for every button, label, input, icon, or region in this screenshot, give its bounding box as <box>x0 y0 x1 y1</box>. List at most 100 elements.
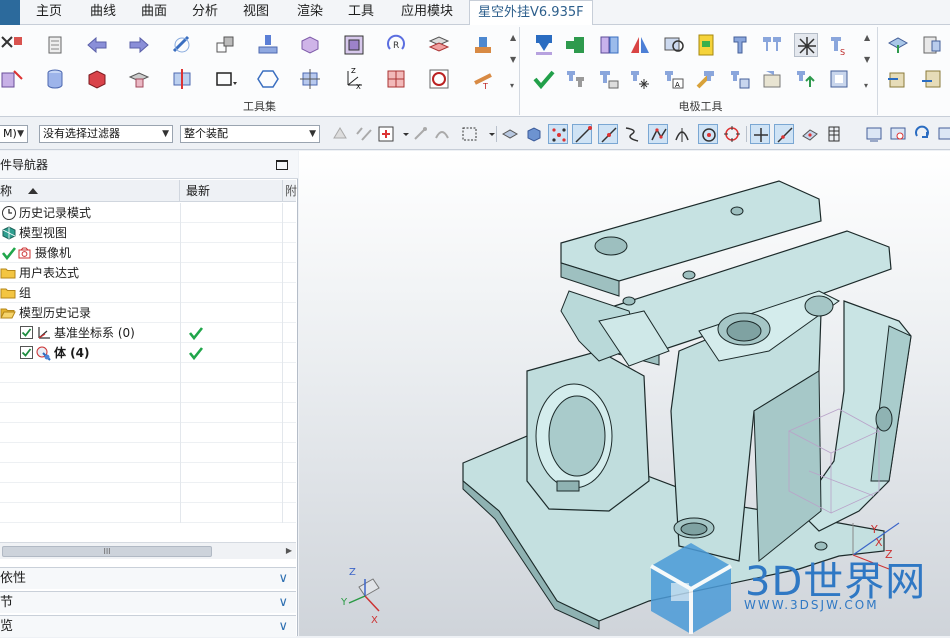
electrode-ok-icon[interactable] <box>532 67 556 91</box>
wcs-rotate-icon[interactable] <box>170 33 194 57</box>
select-pick-icon[interactable] <box>410 124 430 144</box>
electrode-mirror-icon[interactable] <box>628 33 652 57</box>
snap-endpoint-icon[interactable] <box>572 124 592 144</box>
tree-row-model-history[interactable]: 模型历史记录 <box>0 303 296 323</box>
electrode-multi-icon[interactable] <box>564 67 588 91</box>
view-pan-icon[interactable] <box>936 124 950 144</box>
electrode-snowflake-icon[interactable] <box>794 33 818 57</box>
electrode-box-icon[interactable] <box>827 67 851 91</box>
ribbon-scroll-down-icon[interactable]: ▼ <box>510 55 516 64</box>
file-tab[interactable] <box>0 0 20 25</box>
view-rotate-icon[interactable] <box>912 124 932 144</box>
rect-select-dropdown-icon[interactable] <box>482 124 495 144</box>
csys-xyz-icon[interactable]: XZ <box>342 67 366 91</box>
snap-point-on-face-icon[interactable] <box>800 124 820 144</box>
ribbon2-scroll-down-icon[interactable]: ▼ <box>864 55 870 64</box>
select-box-icon[interactable] <box>376 124 396 144</box>
stack-up-icon[interactable] <box>886 33 910 57</box>
electrode-upload-icon[interactable] <box>794 67 818 91</box>
ribbon-scroll-up-icon[interactable]: ▲ <box>510 33 516 42</box>
column-third-header[interactable]: 附 <box>282 180 297 202</box>
snap-control-point-icon[interactable] <box>648 124 668 144</box>
select-all-faded-icon[interactable] <box>330 124 350 144</box>
electrode-list-icon[interactable] <box>760 67 784 91</box>
tree-row-groups[interactable]: 组 <box>0 283 296 303</box>
move-object-icon[interactable] <box>213 33 237 57</box>
scroll-right-icon[interactable]: ▶ <box>286 546 292 555</box>
visibility-checkbox[interactable] <box>20 346 33 359</box>
dependencies-section[interactable]: 依性 ∨ <box>0 567 296 589</box>
stack-tool-icon[interactable] <box>920 33 944 57</box>
graphics-window[interactable]: X Y Z Z Y X 3D世界网 WWW.3DSJW.COM <box>299 151 950 636</box>
ribbon2-more-icon[interactable]: ▾ <box>864 81 868 90</box>
snap-bounded-grid-icon[interactable] <box>824 124 844 144</box>
column-name-header[interactable]: 称 <box>0 180 180 202</box>
export-table-icon[interactable] <box>920 67 944 91</box>
snap-curve-icon[interactable] <box>622 124 642 144</box>
menu-render[interactable]: 渲染 <box>297 0 323 25</box>
tree-row-datum-csys[interactable]: 基准坐标系 (0) <box>0 323 296 343</box>
layer-icon[interactable] <box>43 33 67 57</box>
type-filter-combo[interactable]: 没有选择过滤器 ▼ <box>39 125 173 143</box>
rectangle-icon[interactable] <box>213 67 237 91</box>
electrode-sg-icon[interactable]: S <box>827 33 851 57</box>
tree-row-user-expressions[interactable]: 用户表达式 <box>0 263 296 283</box>
column-latest-header[interactable]: 最新 <box>186 180 210 202</box>
electrode-copy-icon[interactable] <box>597 67 621 91</box>
electrode-spark-icon[interactable] <box>728 33 752 57</box>
ribbon-more-icon[interactable]: ▾ <box>510 81 514 90</box>
snap-point-on-curve-icon[interactable] <box>774 124 794 144</box>
menu-analysis[interactable]: 分析 <box>192 0 218 25</box>
menu-tools[interactable]: 工具 <box>348 0 374 25</box>
select-box-dropdown-icon[interactable] <box>396 124 409 144</box>
section-plane-icon[interactable] <box>427 33 451 57</box>
snap-arc-center-icon[interactable] <box>698 124 718 144</box>
electrode-tool-icon[interactable] <box>694 67 718 91</box>
red-block-icon[interactable] <box>85 67 109 91</box>
rotate-r-icon[interactable]: R <box>384 33 408 57</box>
electrode-side-icon[interactable] <box>564 33 588 57</box>
snap-face-icon[interactable] <box>500 124 520 144</box>
tree-row-history-mode[interactable]: 历史记录模式 <box>0 203 296 223</box>
electrode-export-icon[interactable] <box>728 67 752 91</box>
menu-home[interactable]: 主页 <box>36 0 62 25</box>
offset-face-icon[interactable] <box>170 67 194 91</box>
extrude-boss-icon[interactable] <box>256 33 280 57</box>
electrode-dual-icon[interactable] <box>760 33 784 57</box>
electrode-blank-icon[interactable] <box>597 33 621 57</box>
electrode-star-icon[interactable] <box>628 67 652 91</box>
rect-select-icon[interactable] <box>460 124 480 144</box>
tree-row-cameras[interactable]: 摄像机 <box>0 243 296 263</box>
snap-midpoint-icon[interactable] <box>598 124 618 144</box>
preview-section[interactable]: 览 ∨ <box>0 615 296 637</box>
measure-body-icon[interactable] <box>471 33 495 57</box>
export-parts-icon[interactable] <box>886 67 910 91</box>
visibility-checkbox[interactable] <box>20 326 33 339</box>
electrode-report-icon[interactable] <box>694 33 718 57</box>
electrode-down-icon[interactable] <box>532 33 556 57</box>
details-section[interactable]: 节 ∨ <box>0 591 296 613</box>
menu-view[interactable]: 视图 <box>243 0 269 25</box>
center-point-icon[interactable] <box>384 67 408 91</box>
text-tool-icon[interactable]: T <box>471 67 495 91</box>
select-chain-icon[interactable] <box>432 124 452 144</box>
arrow-right-icon[interactable] <box>127 33 151 57</box>
menu-curve[interactable]: 曲线 <box>90 0 116 25</box>
navigator-horizontal-scrollbar[interactable]: III ▶ <box>0 542 296 559</box>
view-fit-icon[interactable] <box>864 124 884 144</box>
snap-quadrant-icon[interactable] <box>722 124 742 144</box>
box-pattern-icon[interactable] <box>298 33 322 57</box>
circle-hole-icon[interactable] <box>427 67 451 91</box>
bounding-box-icon[interactable] <box>342 33 366 57</box>
arrow-left-icon[interactable] <box>85 33 109 57</box>
snap-body-icon[interactable] <box>524 124 544 144</box>
mode-combo[interactable]: M) ▼ <box>0 125 28 143</box>
tree-row-model-views[interactable]: 模型视图 <box>0 223 296 243</box>
split-icon[interactable] <box>0 33 24 57</box>
scrollbar-thumb[interactable]: III <box>2 546 212 557</box>
point-set-icon[interactable] <box>298 67 322 91</box>
polygon-icon[interactable] <box>256 67 280 91</box>
menu-xingkong-plugin[interactable]: 星空外挂V6.935F <box>469 0 593 25</box>
tree-row-body[interactable]: 体 (4) <box>0 343 296 363</box>
ribbon2-scroll-up-icon[interactable]: ▲ <box>864 33 870 42</box>
